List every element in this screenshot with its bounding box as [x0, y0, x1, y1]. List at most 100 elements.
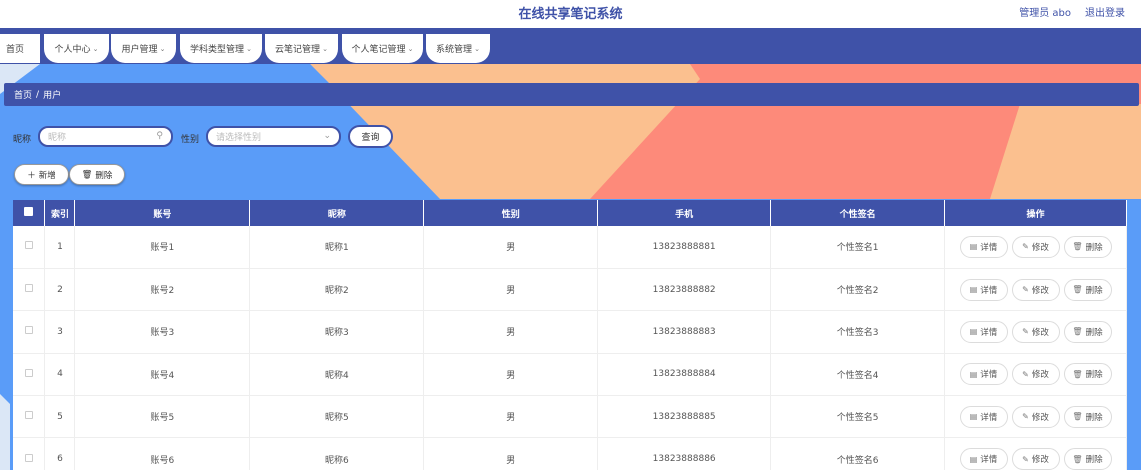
cell-operations: ▤ 详情 ✎ 修改 🗑 删除: [944, 437, 1127, 470]
pencil-icon: ✎: [1022, 369, 1029, 379]
nickname-search-input[interactable]: 昵称 ⚲: [38, 126, 173, 147]
cell-signature: 个性签名6: [770, 437, 946, 470]
cell-signature: 个性签名2: [770, 268, 946, 312]
nav-item-label: 个人中心: [54, 45, 91, 55]
trash-icon: 🗑: [1072, 412, 1083, 422]
chevron-down-icon: ⌄: [323, 131, 331, 141]
cell-signature: 个性签名5: [770, 395, 946, 439]
detail-button[interactable]: ▤ 详情: [959, 320, 1008, 343]
edit-button[interactable]: ✎ 修改: [1011, 235, 1060, 258]
logout-link[interactable]: 退出登录: [1085, 4, 1125, 19]
cell-gender: 男: [423, 353, 599, 397]
row-checkbox[interactable]: [24, 284, 33, 293]
edit-button[interactable]: ✎ 修改: [1011, 405, 1060, 428]
document-icon: ▤: [969, 327, 978, 337]
nickname-label: 昵称: [13, 135, 32, 145]
cell-phone: 13823888883: [597, 310, 772, 354]
nav-item-personal-center[interactable]: 个人中心 ⌄: [44, 34, 109, 63]
cell-signature: 个性签名1: [770, 226, 946, 269]
batch-delete-button[interactable]: 🗑 删除: [69, 164, 125, 185]
nav-item-system[interactable]: 系统管理 ⌄: [426, 34, 490, 63]
table-header-row: 索引 账号 昵称 性别 手机 个性签名 操作: [13, 200, 1127, 226]
cell-nickname: 昵称3: [249, 310, 425, 354]
delete-button[interactable]: 🗑 删除: [1063, 278, 1112, 301]
edit-label: 修改: [1031, 412, 1049, 423]
trash-icon: 🗑: [1072, 327, 1083, 337]
select-all-checkbox[interactable]: [24, 207, 34, 216]
row-checkbox[interactable]: [24, 411, 33, 420]
document-icon: ▤: [969, 454, 978, 464]
cell-signature: 个性签名3: [770, 310, 946, 354]
breadcrumb-home[interactable]: 首页: [14, 88, 32, 101]
add-button[interactable]: ＋新增: [14, 164, 69, 185]
row-select-cell: [13, 353, 46, 397]
row-checkbox[interactable]: [24, 453, 33, 462]
chevron-down-icon: ⌄: [474, 44, 480, 53]
delete-label: 删除: [1085, 285, 1103, 296]
delete-button[interactable]: 🗑 删除: [1063, 363, 1112, 386]
pencil-icon: ✎: [1022, 454, 1029, 464]
detail-button[interactable]: ▤ 详情: [959, 278, 1008, 301]
cell-index: 3: [44, 310, 76, 354]
nav-item-personal-notes[interactable]: 个人笔记管理 ⌄: [342, 34, 423, 63]
detail-button[interactable]: ▤ 详情: [959, 405, 1008, 428]
gender-select[interactable]: 请选择性别 ⌄: [206, 126, 341, 147]
detail-button[interactable]: ▤ 详情: [959, 448, 1008, 470]
cell-index: 4: [44, 353, 76, 397]
edit-label: 修改: [1031, 327, 1049, 338]
header-nickname: 昵称: [249, 200, 425, 226]
row-checkbox[interactable]: [24, 241, 33, 250]
cell-account: 账号6: [74, 437, 251, 470]
nav-item-cloud-notes[interactable]: 云笔记管理 ⌄: [265, 34, 338, 63]
row-checkbox[interactable]: [24, 368, 33, 377]
header-operations: 操作: [944, 200, 1127, 226]
cell-index: 6: [44, 437, 76, 470]
cell-phone: 13823888881: [597, 226, 772, 269]
cell-nickname: 昵称5: [249, 395, 425, 439]
cell-account: 账号5: [74, 395, 251, 439]
edit-button[interactable]: ✎ 修改: [1011, 448, 1060, 470]
cell-account: 账号3: [74, 310, 251, 354]
table-row: 5 账号5 昵称5 男 13823888885 个性签名5 ▤ 详情 ✎ 修改 🗑 删除: [13, 395, 1127, 439]
cell-index: 1: [44, 226, 76, 269]
nav-item-user-management[interactable]: 用户管理 ⌄: [111, 34, 176, 63]
nav-item-label: 用户管理: [121, 45, 158, 55]
table-row: 6 账号6 昵称6 男 13823888886 个性签名6 ▤ 详情 ✎ 修改 🗑 删除: [13, 437, 1127, 470]
document-icon: ▤: [969, 242, 978, 252]
edit-button[interactable]: ✎ 修改: [1011, 278, 1060, 301]
delete-button[interactable]: 🗑 删除: [1063, 405, 1112, 428]
detail-label: 详情: [980, 412, 998, 423]
trash-icon: 🗑: [1072, 285, 1083, 295]
header-user-area: 管理员 abo 退出登录: [1019, 4, 1125, 19]
nav-item-subject-type[interactable]: 学科类型管理 ⌄: [180, 34, 262, 63]
cell-index: 5: [44, 395, 76, 439]
edit-button[interactable]: ✎ 修改: [1011, 320, 1060, 343]
cell-account: 账号4: [74, 353, 251, 397]
cell-nickname: 昵称2: [249, 268, 425, 312]
detail-button[interactable]: ▤ 详情: [959, 363, 1008, 386]
detail-label: 详情: [980, 455, 998, 466]
chevron-down-icon: ⌄: [159, 44, 166, 53]
cell-operations: ▤ 详情 ✎ 修改 🗑 删除: [944, 353, 1127, 397]
edit-button[interactable]: ✎ 修改: [1011, 363, 1060, 386]
trash-icon: 🗑: [81, 169, 93, 180]
table-row: 4 账号4 昵称4 男 13823888884 个性签名4 ▤ 详情 ✎ 修改 🗑 删除: [13, 353, 1127, 397]
row-checkbox[interactable]: [24, 326, 33, 335]
query-button[interactable]: 查询: [348, 125, 393, 148]
pencil-icon: ✎: [1022, 327, 1029, 337]
chevron-down-icon: ⌄: [322, 44, 328, 53]
header-signature: 个性签名: [770, 200, 946, 226]
delete-label: 删除: [1085, 370, 1103, 381]
delete-button[interactable]: 🗑 删除: [1063, 235, 1112, 258]
table-row: 3 账号3 昵称3 男 13823888883 个性签名3 ▤ 详情 ✎ 修改 🗑 删除: [13, 310, 1127, 354]
delete-button[interactable]: 🗑 删除: [1063, 448, 1112, 470]
delete-button[interactable]: 🗑 删除: [1063, 320, 1112, 343]
nav-item-label: 云笔记管理: [275, 45, 321, 55]
user-table: 索引 账号 昵称 性别 手机 个性签名 操作 1 账号1 昵称1 男 138238888…: [13, 200, 1127, 470]
top-header: 在线共享笔记系统 管理员 abo 退出登录: [0, 0, 1141, 28]
document-icon: ▤: [969, 369, 978, 379]
detail-label: 详情: [980, 370, 998, 381]
edit-label: 修改: [1031, 285, 1049, 296]
nav-home[interactable]: 首页: [0, 34, 40, 63]
detail-button[interactable]: ▤ 详情: [959, 235, 1008, 258]
